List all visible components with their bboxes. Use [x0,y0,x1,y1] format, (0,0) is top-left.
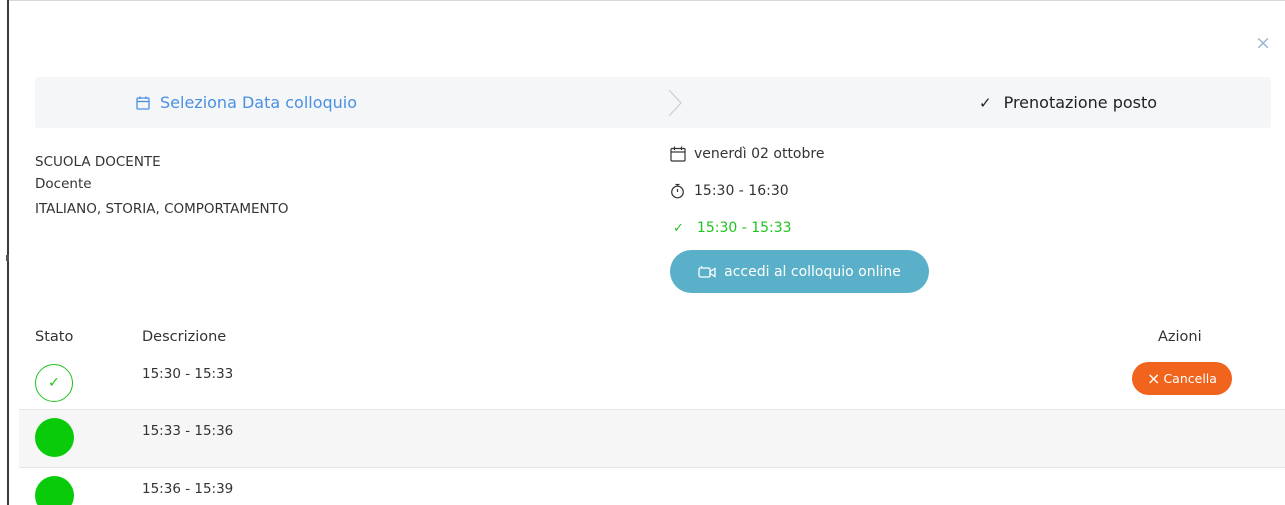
green-dot-icon [35,418,74,457]
table-row: 15:36 - 15:39 [19,468,1285,505]
close-icon: × [1147,368,1161,388]
steps-bar: Seleziona Data colloquio ✓ Prenotazione … [35,77,1271,128]
booked-slot-text: 15:30 - 15:33 [696,220,792,236]
table-row: ✓ 15:30 - 15:33 × Cancella [19,354,1285,409]
booked-slot: ✓ 15:30 - 15:33 [670,218,792,238]
meeting-time-range: 15:30 - 16:30 [670,181,789,201]
meeting-date: venerdì 02 ottobre [670,144,824,164]
green-dot-icon [35,476,74,505]
teacher-info: SCUOLA DOCENTE Docente ITALIANO, STORIA,… [35,151,289,220]
column-header-actions: Azioni [1158,329,1202,345]
join-online-meeting-label: accedi al colloquio online [724,263,901,280]
teacher-role: Docente [35,176,92,192]
calendar-icon [136,96,150,110]
column-header-status: Stato [35,329,74,345]
cancel-button-label: Cancella [1163,371,1217,386]
video-camera-icon [698,265,716,278]
step-select-date-label: Seleziona Data colloquio [160,93,358,112]
slot-time: 15:33 - 15:36 [142,423,234,439]
step-booking-label: Prenotazione posto [1003,93,1158,112]
chevron-right-icon [668,89,682,117]
window-left-border [0,0,9,505]
meeting-time-range-text: 15:30 - 16:30 [694,183,789,199]
calendar-icon [670,146,686,162]
check-circle-icon: ✓ [35,364,73,402]
teacher-subjects: ITALIANO, STORIA, COMPORTAMENTO [35,201,289,217]
step-select-date[interactable]: Seleziona Data colloquio [136,93,357,112]
school-name: SCUOLA DOCENTE [35,154,161,170]
cancel-button[interactable]: × Cancella [1132,362,1232,395]
join-online-meeting-button[interactable]: accedi al colloquio online [670,250,929,293]
slot-time: 15:36 - 15:39 [142,481,234,497]
slot-time: 15:30 - 15:33 [142,366,234,382]
border-tick [6,255,9,261]
check-icon: ✓ [979,93,992,112]
column-header-description: Descrizione [142,329,227,345]
stopwatch-icon [671,183,684,199]
meeting-date-text: venerdì 02 ottobre [694,146,825,162]
step-booking: ✓ Prenotazione posto [979,93,1157,112]
close-icon[interactable]: × [1255,33,1271,53]
check-icon: ✓ [673,220,684,236]
top-divider [9,0,1285,1]
booking-dialog: × Seleziona Data colloquio ✓ Prenotazion… [0,0,1285,505]
table-row: 15:33 - 15:36 [19,409,1285,468]
